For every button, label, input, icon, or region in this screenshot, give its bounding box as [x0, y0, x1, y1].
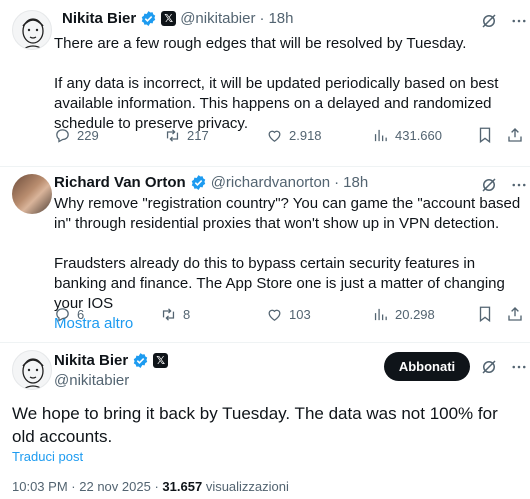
repost-count: 8 — [183, 306, 191, 322]
post-meta: 10:03 PM · 22 nov 2025 · 31.657 visualiz… — [12, 479, 289, 494]
more-icon[interactable] — [510, 358, 528, 376]
tweet-paragraph: Why remove "registration country"? You c… — [54, 195, 521, 232]
author-handle[interactable]: @nikitabier — [54, 372, 129, 389]
author-name[interactable]: Nikita Bier — [54, 352, 128, 369]
tweet-1[interactable]: Nikita Bier 𝕏 @nikitabier · 18h There ar… — [0, 0, 530, 165]
author-handle[interactable]: @richardvanorton — [211, 174, 330, 191]
more-icon[interactable] — [510, 12, 528, 30]
reply-button[interactable]: 229 — [54, 127, 99, 144]
author-name[interactable]: Richard Van Orton — [54, 174, 186, 191]
views-count: 31.657 — [162, 479, 203, 494]
x-affiliate-icon: 𝕏 — [153, 353, 169, 368]
tweet-paragraph: If any data is incorrect, it will be upd… — [54, 75, 499, 132]
separator: · — [154, 479, 159, 494]
post-date[interactable]: 22 nov 2025 — [79, 479, 151, 494]
reply-count: 6 — [77, 306, 85, 322]
repost-icon — [162, 307, 175, 321]
separator: · — [334, 174, 340, 191]
views-icon — [374, 308, 387, 320]
reply-icon — [56, 307, 69, 322]
like-icon — [268, 309, 281, 321]
tweet-paragraph: There are a few rough edges that will be… — [54, 35, 467, 52]
separator: · — [71, 479, 76, 494]
views-label: visualizzazioni — [205, 479, 289, 494]
reply-icon — [56, 128, 69, 143]
bookmark-icon[interactable] — [476, 126, 494, 144]
timestamp[interactable]: 18h — [268, 10, 293, 27]
verified-badge-icon — [191, 175, 205, 190]
author-name[interactable]: Nikita Bier — [62, 10, 136, 27]
grok-icon[interactable] — [480, 358, 498, 376]
avatar-sketch-icon — [22, 358, 44, 389]
reply-count: 229 — [77, 127, 99, 143]
avatar[interactable] — [12, 350, 52, 390]
like-button[interactable]: 103 — [266, 306, 311, 323]
more-icon[interactable] — [510, 176, 528, 194]
reply-button[interactable]: 6 — [54, 306, 84, 323]
avatar[interactable] — [12, 10, 52, 50]
subscribe-button[interactable]: Abbonati — [384, 352, 470, 381]
repost-icon — [166, 128, 179, 142]
translate-post-link[interactable]: Traduci post — [12, 449, 83, 464]
views-count: 20.298 — [395, 306, 435, 322]
repost-count: 217 — [187, 127, 209, 143]
like-count: 103 — [289, 306, 311, 322]
separator: · — [259, 10, 265, 27]
views-count: 431.660 — [395, 127, 442, 143]
repost-button[interactable]: 8 — [160, 306, 190, 323]
grok-icon[interactable] — [480, 12, 498, 30]
share-icon[interactable] — [506, 126, 524, 144]
timestamp[interactable]: 18h — [343, 174, 368, 191]
post-time[interactable]: 10:03 PM — [12, 479, 68, 494]
like-button[interactable]: 2.918 — [266, 127, 322, 144]
avatar-sketch-icon — [22, 18, 44, 49]
tweet-text: There are a few rough edges that will be… — [54, 34, 524, 134]
views-button[interactable]: 20.298 — [372, 306, 435, 323]
tweet-2[interactable]: Richard Van Orton @richardvanorton · 18h… — [0, 167, 530, 341]
main-tweet-text: We hope to bring it back by Tuesday. The… — [12, 404, 498, 446]
views-button[interactable]: 431.660 — [372, 127, 442, 144]
views-icon — [374, 129, 387, 141]
avatar[interactable] — [12, 174, 52, 214]
verified-badge-icon — [141, 11, 156, 26]
like-count: 2.918 — [289, 127, 322, 143]
bookmark-icon[interactable] — [476, 305, 494, 323]
verified-badge-icon — [133, 353, 148, 368]
divider — [0, 342, 530, 343]
author-handle[interactable]: @nikitabier — [180, 10, 255, 27]
repost-button[interactable]: 217 — [164, 127, 209, 144]
share-icon[interactable] — [506, 305, 524, 323]
like-icon — [268, 130, 281, 142]
grok-icon[interactable] — [480, 176, 498, 194]
x-affiliate-icon: 𝕏 — [161, 11, 177, 26]
